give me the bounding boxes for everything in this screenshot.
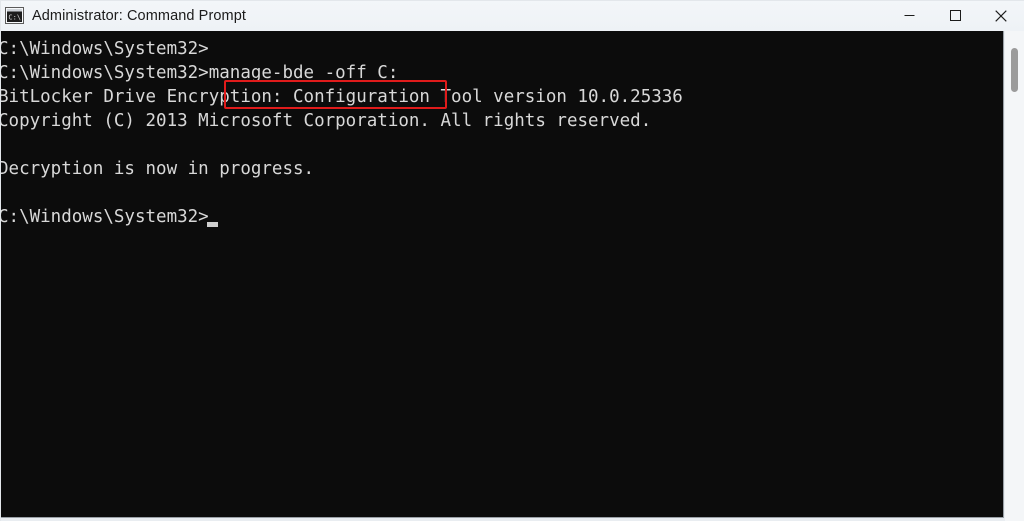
terminal-line-command: C:\Windows\System32>manage-bde -off C: (0, 63, 399, 83)
title-bar-left: C:\ Administrator: Command Prompt (0, 7, 886, 24)
vertical-scrollbar[interactable] (1005, 31, 1024, 521)
maximize-icon (949, 10, 961, 21)
close-button[interactable] (978, 0, 1024, 31)
minimize-icon (904, 15, 914, 16)
svg-text:C:\: C:\ (8, 14, 21, 22)
terminal-area: C:\Windows\System32> C:\Windows\System32… (0, 31, 1024, 521)
scrollbar-thumb[interactable] (1011, 48, 1018, 92)
close-icon (995, 9, 1007, 22)
terminal-cursor (206, 222, 218, 227)
terminal-screen[interactable]: C:\Windows\System32> C:\Windows\System32… (0, 37, 1000, 515)
terminal-line: BitLocker Drive Encryption: Configuratio… (0, 87, 683, 107)
terminal-frame[interactable]: C:\Windows\System32> C:\Windows\System32… (0, 31, 1004, 518)
terminal-line: Copyright (C) 2013 Microsoft Corporation… (0, 111, 652, 131)
command-prompt-window: C:\ Administrator: Command Prompt C:\Win… (0, 0, 1024, 521)
terminal-line-prompt: C:\Windows\System32> (0, 205, 1000, 229)
terminal-prompt-text: C:\Windows\System32> (0, 207, 209, 227)
console-icon: C:\ (5, 7, 24, 24)
maximize-button[interactable] (932, 0, 978, 31)
terminal-line: Decryption is now in progress. (0, 159, 315, 179)
terminal-line: C:\Windows\System32> (0, 39, 209, 59)
window-title: Administrator: Command Prompt (32, 7, 247, 24)
minimize-button[interactable] (886, 0, 932, 31)
title-bar[interactable]: C:\ Administrator: Command Prompt (0, 0, 1024, 31)
window-controls (886, 0, 1024, 31)
